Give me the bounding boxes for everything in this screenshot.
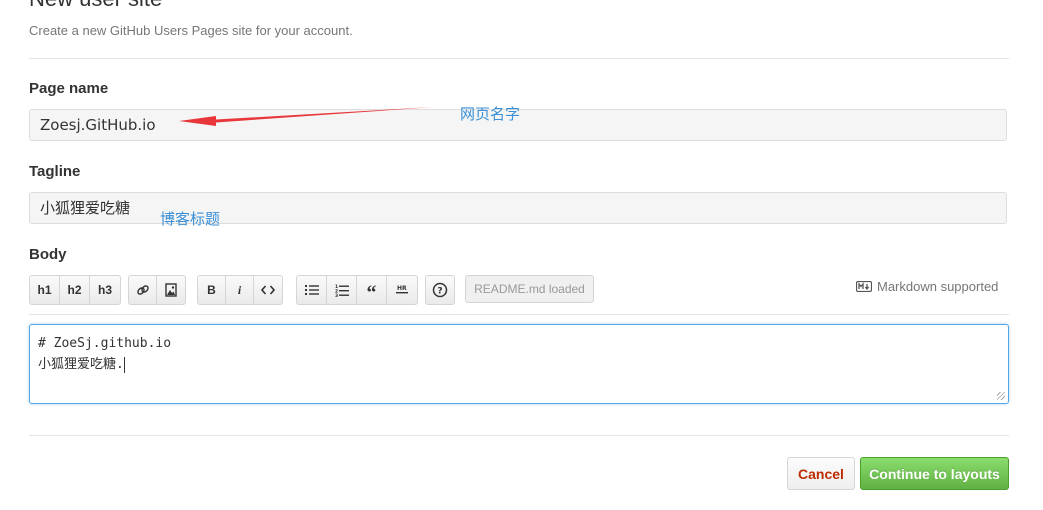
annotation-arrow xyxy=(179,107,434,126)
svg-text:?: ? xyxy=(437,287,442,297)
markdown-supported[interactable]: Markdown supported xyxy=(856,279,998,294)
body-textarea[interactable]: # ZoeSj.github.io 小狐狸爱吃糖. xyxy=(29,324,1009,404)
readme-loaded-button[interactable]: README.md loaded xyxy=(465,275,594,303)
page-title: New user site xyxy=(29,0,162,12)
heading-toolbar-group: h1 h2 h3 xyxy=(29,275,121,305)
tagline-annotation: 博客标题 xyxy=(160,210,221,228)
italic-button[interactable]: i xyxy=(226,276,254,304)
body-line-2-text: 小狐狸爱吃糖. xyxy=(38,357,124,372)
ordered-list-button[interactable]: 1 2 3 xyxy=(327,276,357,304)
resize-handle[interactable] xyxy=(997,392,1005,400)
body-line-2: 小狐狸爱吃糖. xyxy=(38,354,1000,375)
text-caret xyxy=(123,356,125,373)
horizontal-rule-icon: HR xyxy=(396,285,408,294)
h1-button[interactable]: h1 xyxy=(30,276,60,304)
unordered-list-icon xyxy=(304,285,319,295)
continue-to-layouts-button[interactable]: Continue to layouts xyxy=(860,457,1009,490)
h3-button[interactable]: h3 xyxy=(90,276,120,304)
list-toolbar-group: 1 2 3 “ HR xyxy=(296,275,418,305)
link-button[interactable] xyxy=(129,276,157,304)
divider xyxy=(29,314,1009,315)
question-icon: ? xyxy=(432,282,448,298)
link-icon xyxy=(136,285,149,295)
divider xyxy=(29,435,1009,436)
image-icon xyxy=(165,283,177,297)
quote-icon: “ xyxy=(366,282,377,304)
format-toolbar-group: B i xyxy=(197,275,283,305)
markdown-supported-label: Markdown supported xyxy=(877,279,999,294)
insert-toolbar-group xyxy=(128,275,186,305)
body-line-1: # ZoeSj.github.io xyxy=(38,336,172,351)
page-name-label: Page name xyxy=(29,80,109,97)
page-name-annotation: 网页名字 xyxy=(460,105,521,123)
quote-button[interactable]: “ xyxy=(357,276,387,304)
page-subtitle: Create a new GitHub Users Pages site for… xyxy=(29,23,353,38)
svg-text:3: 3 xyxy=(335,293,338,297)
code-button[interactable] xyxy=(254,276,282,304)
body-label: Body xyxy=(29,246,67,263)
horizontal-rule-button[interactable]: HR xyxy=(387,276,417,304)
divider xyxy=(29,58,1009,59)
svg-text:HR: HR xyxy=(397,285,407,292)
ordered-list-icon: 1 2 3 xyxy=(335,284,349,297)
help-toolbar-group: ? xyxy=(425,275,455,305)
cancel-button[interactable]: Cancel xyxy=(787,457,855,490)
image-button[interactable] xyxy=(157,276,185,304)
h2-button[interactable]: h2 xyxy=(60,276,90,304)
code-icon xyxy=(261,285,275,295)
help-button[interactable]: ? xyxy=(426,276,454,304)
unordered-list-button[interactable] xyxy=(297,276,327,304)
bold-button[interactable]: B xyxy=(198,276,226,304)
tagline-label: Tagline xyxy=(29,163,81,180)
markdown-icon xyxy=(856,281,872,292)
